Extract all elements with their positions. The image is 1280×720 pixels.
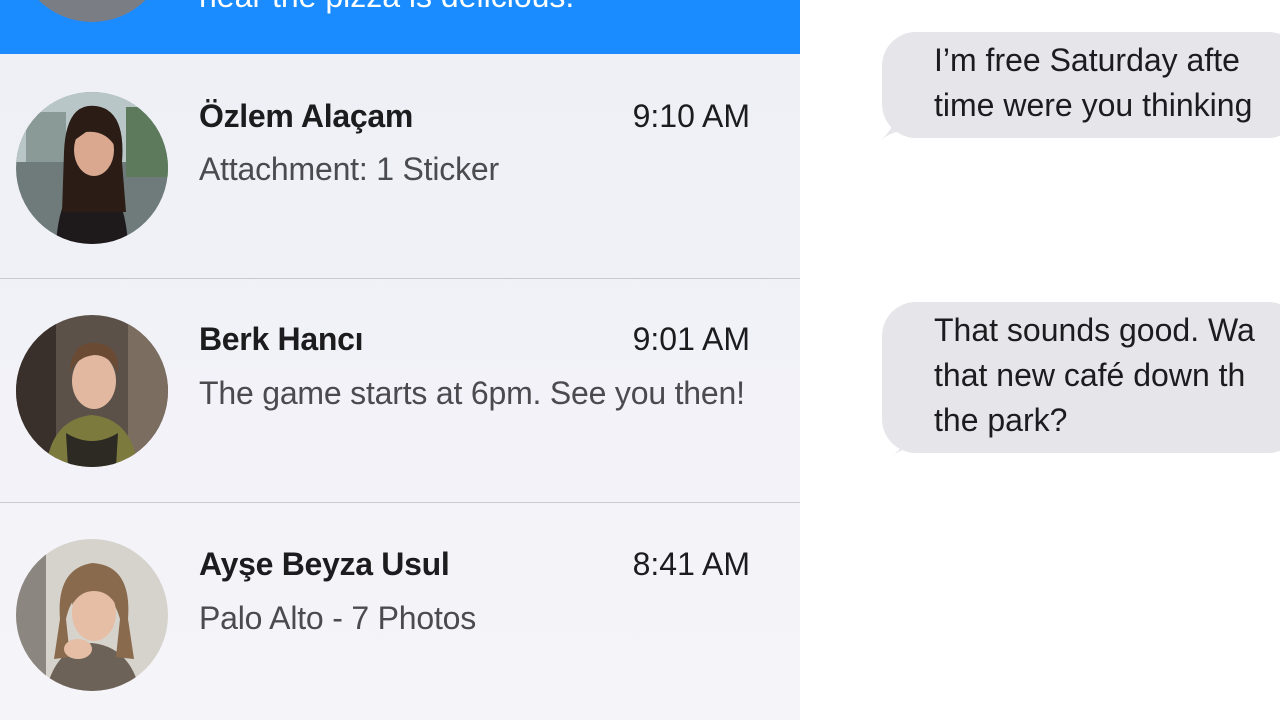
avatar [16,92,168,244]
conversation-preview: Attachment: 1 Sticker [199,151,499,187]
conversation-preview: Palo Alto - 7 Photos [199,600,477,636]
avatar [16,315,168,467]
avatar [16,0,168,22]
message-line: that new café down th [934,357,1246,393]
conversation-row-selected[interactable]: hear the pizza is delicious. [0,0,800,54]
message-transcript: I’m free Saturday afte time were you thi… [800,0,1280,720]
conversation-list: hear the pizza is delicious. Özlem Alaça… [0,0,800,720]
contact-name: Özlem Alaçam [199,98,413,134]
conversation-preview: The game starts at 6pm. See you then! [199,375,745,411]
message-line: That sounds good. Wa [934,312,1255,348]
conversation-row[interactable]: Ayşe Beyza Usul 8:41 AM Palo Alto - 7 Ph… [0,503,800,720]
message-line: I’m free Saturday afte [934,42,1240,78]
message-time: 8:41 AM [632,546,750,582]
bubble-tail [892,434,922,456]
conversation-row[interactable]: Özlem Alaçam 9:10 AM Attachment: 1 Stick… [0,54,800,279]
bubble-tail [880,118,910,140]
received-message-bubble[interactable]: That sounds good. Wa that new café down … [882,302,1280,453]
avatar [16,539,168,691]
message-line: time were you thinking [934,87,1253,123]
conversation-preview: hear the pizza is delicious. [199,0,574,16]
contact-name: Berk Hancı [199,321,364,357]
message-time: 9:10 AM [632,98,750,134]
received-message-bubble[interactable]: I’m free Saturday afte time were you thi… [882,32,1280,138]
message-line: the park? [934,402,1068,438]
conversation-row[interactable]: Berk Hancı 9:01 AM The game starts at 6p… [0,279,800,503]
contact-name: Ayşe Beyza Usul [199,546,450,582]
message-time: 9:01 AM [632,321,750,357]
